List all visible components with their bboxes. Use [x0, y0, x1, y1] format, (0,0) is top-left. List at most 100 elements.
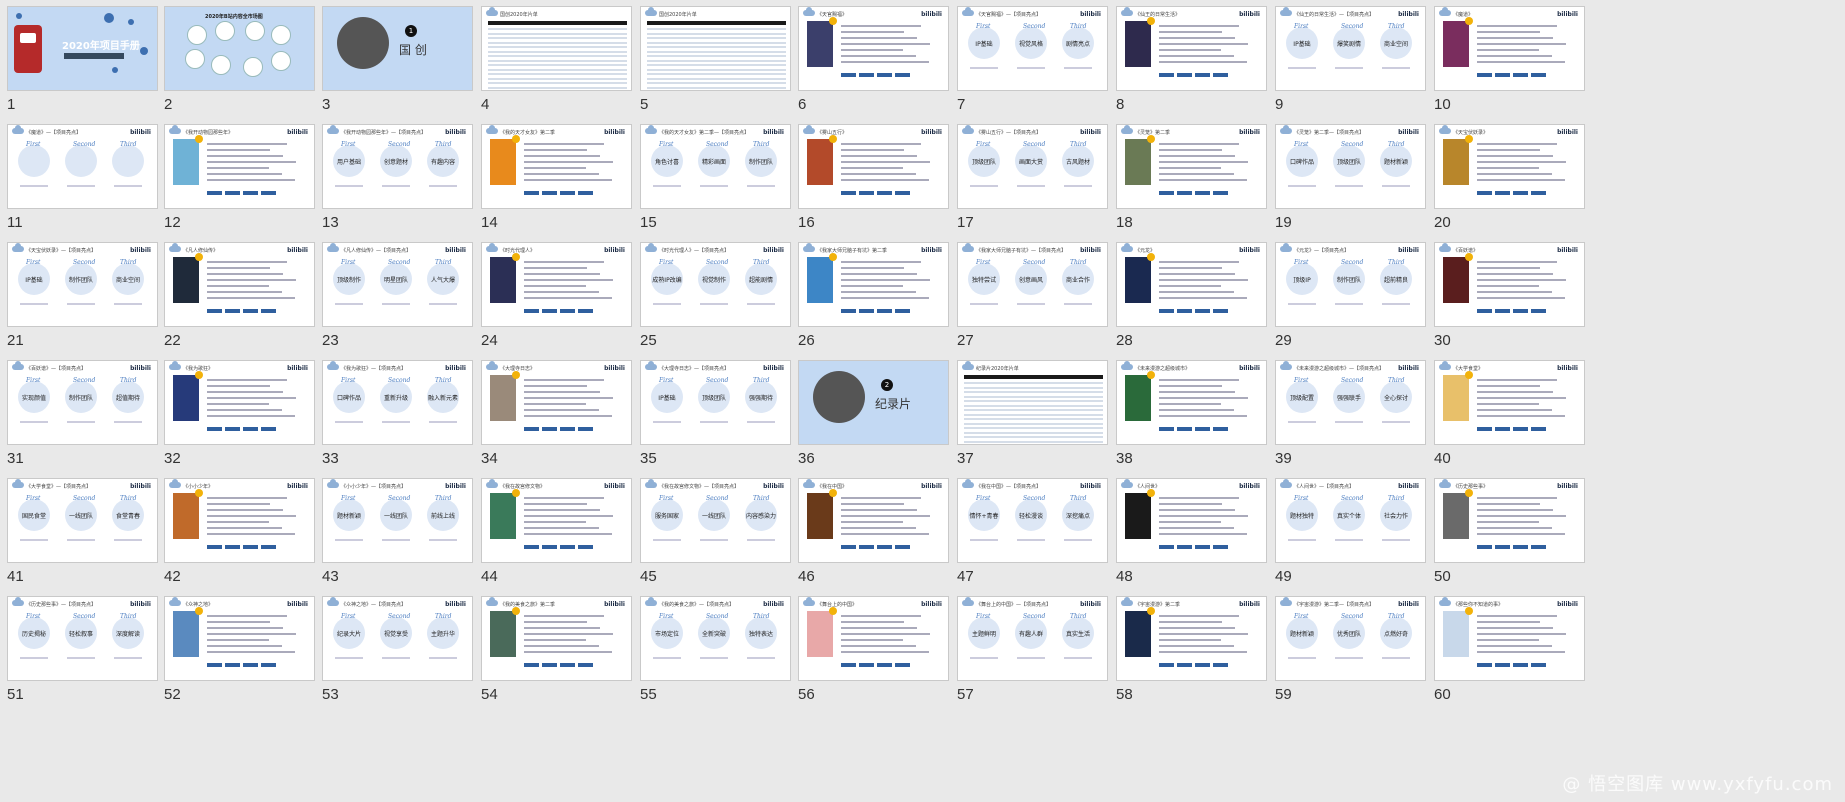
slide-thumbnail[interactable]: 《我在故宫修文物》 bilibili: [481, 478, 632, 563]
slide-thumbnail[interactable]: 《大学食堂》 bilibili: [1434, 360, 1585, 445]
slide-cell[interactable]: 《我的美食之旅》—【项目亮点】 bilibili First 市场定位 Second 全新…: [633, 592, 791, 703]
slide-thumbnail[interactable]: 《魔道》 bilibili: [1434, 6, 1585, 91]
slide-thumbnail[interactable]: 《雾山五行》 bilibili: [798, 124, 949, 209]
slide-thumbnail[interactable]: 国创2020年片单: [640, 6, 791, 91]
slide-cell[interactable]: 《小小少年》—【项目亮点】 bilibili First 题材新颖 Second 一线团队…: [315, 474, 473, 585]
slide-cell[interactable]: 《宇宙漫游》第二季—【项目亮点】 bilibili First 题材新颖 Second 优…: [1268, 592, 1426, 703]
slide-thumbnail[interactable]: 《历史那些事》—【项目亮点】 bilibili First 历史揭秘 Second 轻松叙…: [7, 596, 158, 681]
slide-thumbnail[interactable]: 纪录片2020年片单: [957, 360, 1108, 445]
slide-cell[interactable]: 《天宝伏妖录》—【项目亮点】 bilibili First IP基础 Second 制作团…: [0, 238, 158, 349]
slide-cell[interactable]: 《人间世》 bilibili 48: [1109, 474, 1267, 585]
slide-cell[interactable]: 《小小少年》 bilibili 42: [157, 474, 315, 585]
slide-thumbnail[interactable]: 《仙王的日常生活》—【项目亮点】 bilibili First IP基础 Second 爆…: [1275, 6, 1426, 91]
slide-cell[interactable]: 国创2020年片单 5: [633, 2, 791, 113]
slide-cell[interactable]: 《众神之地》—【项目亮点】 bilibili First 纪录大片 Second 视觉享受…: [315, 592, 473, 703]
slide-thumbnail[interactable]: 《未来漫游之超级城市》—【项目亮点】 bilibili First 顶级配置 Secon…: [1275, 360, 1426, 445]
slide-cell[interactable]: 《魔道》—【项目亮点】 bilibili First Second Third 11: [0, 120, 158, 231]
slide-cell[interactable]: 《仙王的日常生活》 bilibili 8: [1109, 2, 1267, 113]
slide-thumbnail[interactable]: 《人间世》 bilibili: [1116, 478, 1267, 563]
slide-cell[interactable]: 《我在中国》—【项目亮点】 bilibili First 情怀+青春 Second 轻松漫…: [950, 474, 1108, 585]
slide-thumbnail[interactable]: 《历史那些事》 bilibili: [1434, 478, 1585, 563]
slide-thumbnail[interactable]: 《天宝伏妖录》—【项目亮点】 bilibili First IP基础 Second 制作团…: [7, 242, 158, 327]
slide-cell[interactable]: 2 纪录片 36: [791, 356, 949, 467]
slide-cell[interactable]: 《大理寺日志》—【项目亮点】 bilibili First IP基础 Second 顶级团…: [633, 356, 791, 467]
slide-thumbnail[interactable]: 2 纪录片: [798, 360, 949, 445]
slide-thumbnail[interactable]: 《我家大师兄脑子有坑》第二季 bilibili: [798, 242, 949, 327]
slide-thumbnail[interactable]: 《时光代理人》—【项目亮点】 bilibili First 成熟IP改编 Second 视…: [640, 242, 791, 327]
slide-cell[interactable]: 《我家大师兄脑子有坑》—【项目亮点】 bilibili First 独特尝试 Secon…: [950, 238, 1108, 349]
slide-thumbnail[interactable]: 《我的天才女友》第二季 bilibili: [481, 124, 632, 209]
slide-thumbnail[interactable]: 《小小少年》 bilibili: [164, 478, 315, 563]
slide-cell[interactable]: 纪录片2020年片单 37: [950, 356, 1108, 467]
slide-thumbnail[interactable]: 《小小少年》—【项目亮点】 bilibili First 题材新颖 Second 一线团队…: [322, 478, 473, 563]
slide-thumbnail[interactable]: 《我为歌狂》 bilibili: [164, 360, 315, 445]
slide-thumbnail[interactable]: 《大学食堂》—【项目亮点】 bilibili First 国民食堂 Second 一线团队…: [7, 478, 158, 563]
slide-thumbnail[interactable]: 《大理寺日志》 bilibili: [481, 360, 632, 445]
slide-cell[interactable]: 《未来漫游之超级城市》—【项目亮点】 bilibili First 顶级配置 Secon…: [1268, 356, 1426, 467]
slide-thumbnail[interactable]: 《那些你不知道的事》 bilibili: [1434, 596, 1585, 681]
slide-cell[interactable]: 《我的天才女友》第二季—【项目亮点】 bilibili First 角色讨喜 Secon…: [633, 120, 791, 231]
slide-thumbnail[interactable]: 《我开动物园那些年》—【项目亮点】 bilibili First 用户基础 Second…: [322, 124, 473, 209]
slide-cell[interactable]: 《灵笼》第二季—【项目亮点】 bilibili First 口碑作品 Second 顶级团…: [1268, 120, 1426, 231]
slide-thumbnail[interactable]: 2020年项目手册: [7, 6, 158, 91]
slide-cell[interactable]: 《魔道》 bilibili 10: [1427, 2, 1585, 113]
slide-thumbnail[interactable]: 《天官赐福》—【项目亮点】 bilibili First IP基础 Second 视觉风格…: [957, 6, 1108, 91]
slide-thumbnail[interactable]: 《百妖谱》—【项目亮点】 bilibili First 实现颜值 Second 制作团队 T…: [7, 360, 158, 445]
slide-thumbnail[interactable]: 《天官赐福》 bilibili: [798, 6, 949, 91]
slide-cell[interactable]: 《我为歌狂》 bilibili 32: [157, 356, 315, 467]
slide-thumbnail[interactable]: 《元龙》 bilibili: [1116, 242, 1267, 327]
slide-cell[interactable]: 《我在中国》 bilibili 46: [791, 474, 949, 585]
slide-cell[interactable]: 《灵笼》第二季 bilibili 18: [1109, 120, 1267, 231]
slide-cell[interactable]: 2020年B站内容全市场图 2: [157, 2, 315, 113]
slide-thumbnail[interactable]: 国创2020年片单: [481, 6, 632, 91]
slide-cell[interactable]: 《大理寺日志》 bilibili 34: [474, 356, 632, 467]
slide-cell[interactable]: 《凡人修仙传》 bilibili 22: [157, 238, 315, 349]
slide-cell[interactable]: 《仙王的日常生活》—【项目亮点】 bilibili First IP基础 Second 爆…: [1268, 2, 1426, 113]
slide-cell[interactable]: 《雾山五行》 bilibili 16: [791, 120, 949, 231]
slide-thumbnail[interactable]: 《我在故宫修文物》—【项目亮点】 bilibili First 服务国家 Second 一…: [640, 478, 791, 563]
slide-thumbnail[interactable]: 《我开动物园那些年》 bilibili: [164, 124, 315, 209]
slide-thumbnail[interactable]: 《我在中国》 bilibili: [798, 478, 949, 563]
slide-thumbnail[interactable]: 《宇宙漫游》第二季 bilibili: [1116, 596, 1267, 681]
slide-thumbnail[interactable]: 《仙王的日常生活》 bilibili: [1116, 6, 1267, 91]
slide-cell[interactable]: 《时光代理人》 bilibili 24: [474, 238, 632, 349]
slide-thumbnail[interactable]: 《我的美食之旅》—【项目亮点】 bilibili First 市场定位 Second 全新…: [640, 596, 791, 681]
slide-thumbnail[interactable]: 《灵笼》第二季—【项目亮点】 bilibili First 口碑作品 Second 顶级团…: [1275, 124, 1426, 209]
slide-cell[interactable]: 《元龙》—【项目亮点】 bilibili First 顶级IP Second 制作团队 Th…: [1268, 238, 1426, 349]
slide-cell[interactable]: 《凡人修仙传》—【项目亮点】 bilibili First 顶级制作 Second 明星团…: [315, 238, 473, 349]
slide-thumbnail[interactable]: 《百妖谱》 bilibili: [1434, 242, 1585, 327]
slide-thumbnail[interactable]: 《宇宙漫游》第二季—【项目亮点】 bilibili First 题材新颖 Second 优…: [1275, 596, 1426, 681]
slide-thumbnail[interactable]: 《大理寺日志》—【项目亮点】 bilibili First IP基础 Second 顶级团…: [640, 360, 791, 445]
slide-cell[interactable]: 《舞台上的中国》 bilibili 56: [791, 592, 949, 703]
slide-thumbnail[interactable]: 《元龙》—【项目亮点】 bilibili First 顶级IP Second 制作团队 Th…: [1275, 242, 1426, 327]
slide-cell[interactable]: 《我为歌狂》—【项目亮点】 bilibili First 口碑作品 Second 重新升级…: [315, 356, 473, 467]
slide-thumbnail[interactable]: 《雾山五行》—【项目亮点】 bilibili First 顶级团队 Second 画面大赏…: [957, 124, 1108, 209]
slide-thumbnail[interactable]: 《人间世》—【项目亮点】 bilibili First 题材独特 Second 真实个体 T…: [1275, 478, 1426, 563]
slide-cell[interactable]: 《雾山五行》—【项目亮点】 bilibili First 顶级团队 Second 画面大赏…: [950, 120, 1108, 231]
slide-thumbnail[interactable]: 《我为歌狂》—【项目亮点】 bilibili First 口碑作品 Second 重新升级…: [322, 360, 473, 445]
slide-cell[interactable]: 《天官赐福》 bilibili 6: [791, 2, 949, 113]
slide-cell[interactable]: 《历史那些事》—【项目亮点】 bilibili First 历史揭秘 Second 轻松叙…: [0, 592, 158, 703]
slide-cell[interactable]: 《那些你不知道的事》 bilibili 60: [1427, 592, 1585, 703]
slide-thumbnail[interactable]: 《凡人修仙传》 bilibili: [164, 242, 315, 327]
slide-cell[interactable]: 《我开动物园那些年》—【项目亮点】 bilibili First 用户基础 Second…: [315, 120, 473, 231]
slide-thumbnail[interactable]: 《舞台上的中国》—【项目亮点】 bilibili First 主题鲜明 Second 有趣…: [957, 596, 1108, 681]
slide-thumbnail[interactable]: 《我的美食之旅》第二季 bilibili: [481, 596, 632, 681]
slide-thumbnail[interactable]: 《凡人修仙传》—【项目亮点】 bilibili First 顶级制作 Second 明星团…: [322, 242, 473, 327]
slide-cell[interactable]: 《大学食堂》—【项目亮点】 bilibili First 国民食堂 Second 一线团队…: [0, 474, 158, 585]
slide-cell[interactable]: 《众神之地》 bilibili 52: [157, 592, 315, 703]
slide-thumbnail[interactable]: 《天宝伏妖录》 bilibili: [1434, 124, 1585, 209]
slide-thumbnail[interactable]: 《我在中国》—【项目亮点】 bilibili First 情怀+青春 Second 轻松漫…: [957, 478, 1108, 563]
slide-cell[interactable]: 《时光代理人》—【项目亮点】 bilibili First 成熟IP改编 Second 视…: [633, 238, 791, 349]
slide-cell[interactable]: 《我的天才女友》第二季 bilibili 14: [474, 120, 632, 231]
slide-thumbnail[interactable]: 《我的天才女友》第二季—【项目亮点】 bilibili First 角色讨喜 Secon…: [640, 124, 791, 209]
slide-thumbnail[interactable]: 《灵笼》第二季 bilibili: [1116, 124, 1267, 209]
slide-cell[interactable]: 《我开动物园那些年》 bilibili 12: [157, 120, 315, 231]
slide-cell[interactable]: 《舞台上的中国》—【项目亮点】 bilibili First 主题鲜明 Second 有趣…: [950, 592, 1108, 703]
slide-cell[interactable]: 《我在故宫修文物》—【项目亮点】 bilibili First 服务国家 Second 一…: [633, 474, 791, 585]
slide-cell[interactable]: 《人间世》—【项目亮点】 bilibili First 题材独特 Second 真实个体 T…: [1268, 474, 1426, 585]
slide-thumbnail[interactable]: 1 国 创: [322, 6, 473, 91]
slide-cell[interactable]: 《我家大师兄脑子有坑》第二季 bilibili 26: [791, 238, 949, 349]
slide-thumbnail[interactable]: 《我家大师兄脑子有坑》—【项目亮点】 bilibili First 独特尝试 Secon…: [957, 242, 1108, 327]
slide-thumbnail[interactable]: 《魔道》—【项目亮点】 bilibili First Second Third: [7, 124, 158, 209]
